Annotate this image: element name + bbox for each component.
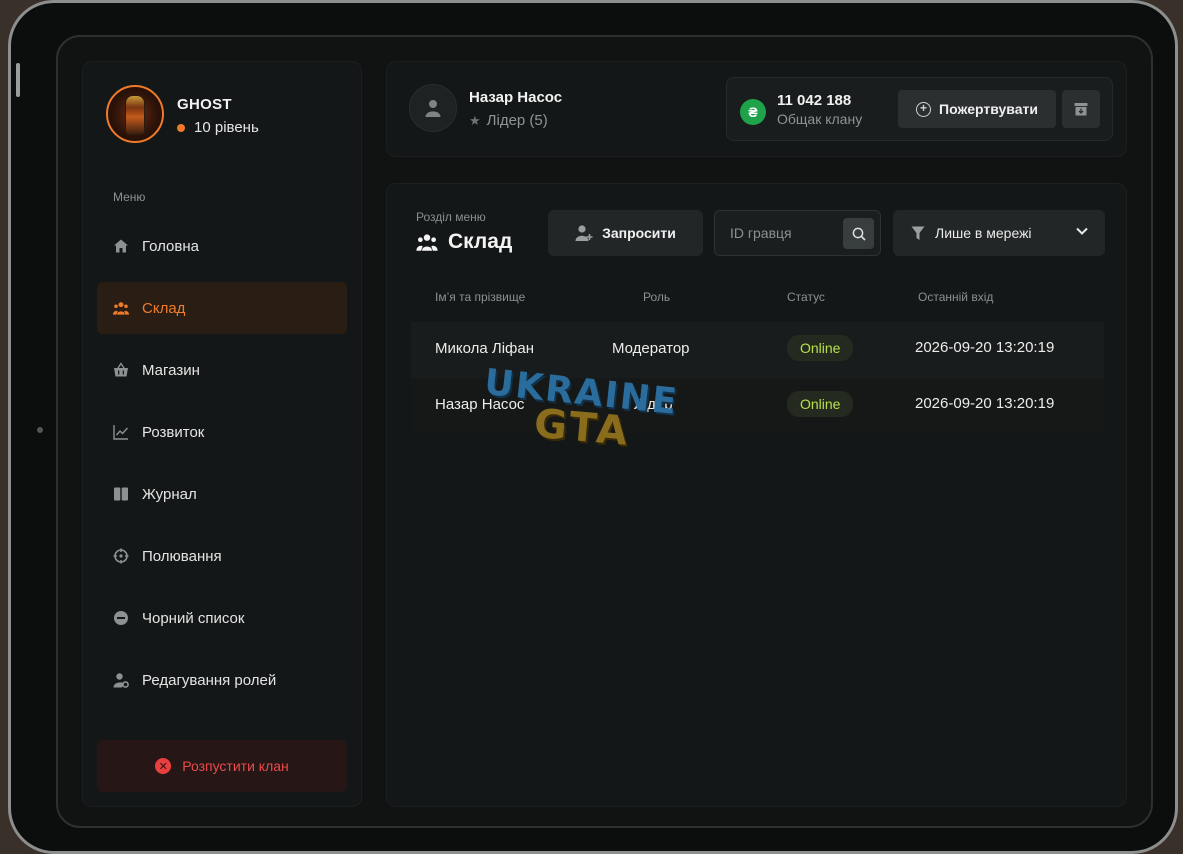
sidebar-item-shop[interactable]: Магазин (97, 344, 347, 396)
member-role: Лідер (634, 396, 673, 413)
section-caption: Розділ меню (416, 210, 486, 224)
invite-button[interactable]: Запросити (548, 210, 703, 256)
clan-level-text: 10 рівень (194, 119, 259, 136)
sidebar-item-label: Полювання (142, 547, 222, 565)
donate-label: Пожертвувати (939, 101, 1038, 117)
sidebar-item-journal[interactable]: Журнал (97, 468, 347, 520)
sidebar-item-edit-roles[interactable]: Редагування ролей (97, 654, 347, 706)
dissolve-clan-label: Розпустити клан (182, 758, 289, 774)
column-header-status: Статус (787, 290, 825, 304)
table-row[interactable]: Назар Насос Лідер Online 2026-09-20 13:2… (411, 378, 1104, 434)
profile-header: Назар Насос ★ Лідер (5) ₴ 11 042 188 Общ… (386, 61, 1127, 157)
level-dot-icon (177, 123, 185, 132)
sidebar-item-hunting[interactable]: Полювання (97, 530, 347, 582)
sidebar-item-label: Розвиток (142, 423, 205, 441)
filter-icon (911, 226, 925, 240)
close-circle-icon: ✕ (155, 758, 172, 774)
filter-label: Лише в мережі (935, 225, 1032, 241)
chart-icon (113, 424, 129, 440)
star-icon: ★ (469, 112, 481, 128)
chevron-down-icon (1076, 227, 1088, 235)
sidebar-item-blacklist[interactable]: Чорний список (97, 592, 347, 644)
sidebar-item-label: Магазин (142, 361, 200, 379)
section-title: Склад (416, 230, 512, 254)
donate-button[interactable]: + Пожертвувати (898, 90, 1056, 128)
archive-icon (1074, 103, 1088, 116)
tablet-side-button (16, 63, 20, 97)
block-icon (113, 610, 129, 626)
user-plus-icon (575, 225, 593, 241)
status-badge: Online (787, 335, 854, 361)
basket-icon (113, 362, 129, 378)
column-header-role: Роль (643, 290, 671, 304)
player-id-input[interactable] (715, 211, 840, 255)
user-role: ★ Лідер (5) (469, 112, 548, 129)
book-icon (113, 486, 129, 502)
treasury-caption: Общак клану (777, 111, 863, 127)
hryvnia-coin-icon: ₴ (740, 99, 766, 125)
sidebar-item-label: Головна (142, 237, 199, 255)
members-icon (113, 300, 129, 316)
menu-caption: Меню (113, 190, 146, 204)
user-gear-icon (113, 672, 129, 688)
online-filter-dropdown[interactable]: Лише в мережі (893, 210, 1105, 256)
sidebar-item-label: Редагування ролей (142, 671, 277, 689)
plus-circle-icon: + (916, 101, 932, 117)
user-icon (425, 100, 441, 117)
user-avatar (409, 84, 457, 132)
clan-emblem-figure (125, 95, 145, 135)
sidebar-item-label: Склад (142, 299, 186, 317)
table-header: Ім’я та прізвище Роль Статус Останній вх… (411, 290, 1104, 310)
member-name: Микола Ліфан (435, 340, 535, 357)
dissolve-clan-button[interactable]: ✕ Розпустити клан (97, 740, 347, 792)
sidebar-item-label: Журнал (142, 485, 197, 503)
clan-avatar (106, 85, 164, 143)
clan-level: 10 рівень (177, 119, 259, 136)
player-id-search (714, 210, 881, 256)
status-badge: Online (787, 391, 854, 417)
member-last-login: 2026-09-20 13:20:19 (915, 339, 1055, 356)
clan-treasury: ₴ 11 042 188 Общак клану + Пожертвувати (726, 77, 1113, 141)
sidebar-item-label: Чорний список (142, 609, 245, 627)
user-role-text: Лідер (5) (486, 112, 548, 129)
user-name: Назар Насос (469, 89, 563, 106)
sidebar-item-home[interactable]: Головна (97, 220, 347, 272)
tablet-frame: GHOST 10 рівень Меню Головна Склад Магаз… (8, 0, 1178, 854)
crosshair-icon (113, 548, 129, 564)
sidebar-item-members[interactable]: Склад (97, 282, 347, 334)
section-title-text: Склад (448, 230, 513, 253)
column-header-name: Ім’я та прізвище (435, 290, 526, 304)
member-last-login: 2026-09-20 13:20:19 (915, 395, 1055, 412)
search-button[interactable] (843, 218, 874, 249)
archive-button[interactable] (1062, 90, 1100, 128)
search-icon (852, 227, 866, 241)
member-role: Модератор (612, 340, 690, 357)
members-section: Розділ меню Склад Запросити Лише в мереж… (386, 183, 1127, 807)
clan-panel: GHOST 10 рівень Меню Головна Склад Магаз… (56, 35, 1153, 828)
clan-name: GHOST (177, 96, 232, 113)
treasury-balance: 11 042 188 (777, 92, 852, 109)
sidebar: GHOST 10 рівень Меню Головна Склад Магаз… (82, 61, 362, 807)
sidebar-item-development[interactable]: Розвиток (97, 406, 347, 458)
column-header-last-login: Останній вхід (918, 290, 994, 304)
home-icon (113, 238, 129, 254)
table-row[interactable]: Микола Ліфан Модератор Online 2026-09-20… (411, 322, 1104, 378)
sidebar-menu: Головна Склад Магазин Розвиток Журнал По… (97, 220, 347, 716)
invite-label: Запросити (602, 225, 676, 241)
members-icon (416, 234, 438, 251)
camera-dot (37, 427, 43, 433)
member-name: Назар Насос (435, 396, 525, 413)
